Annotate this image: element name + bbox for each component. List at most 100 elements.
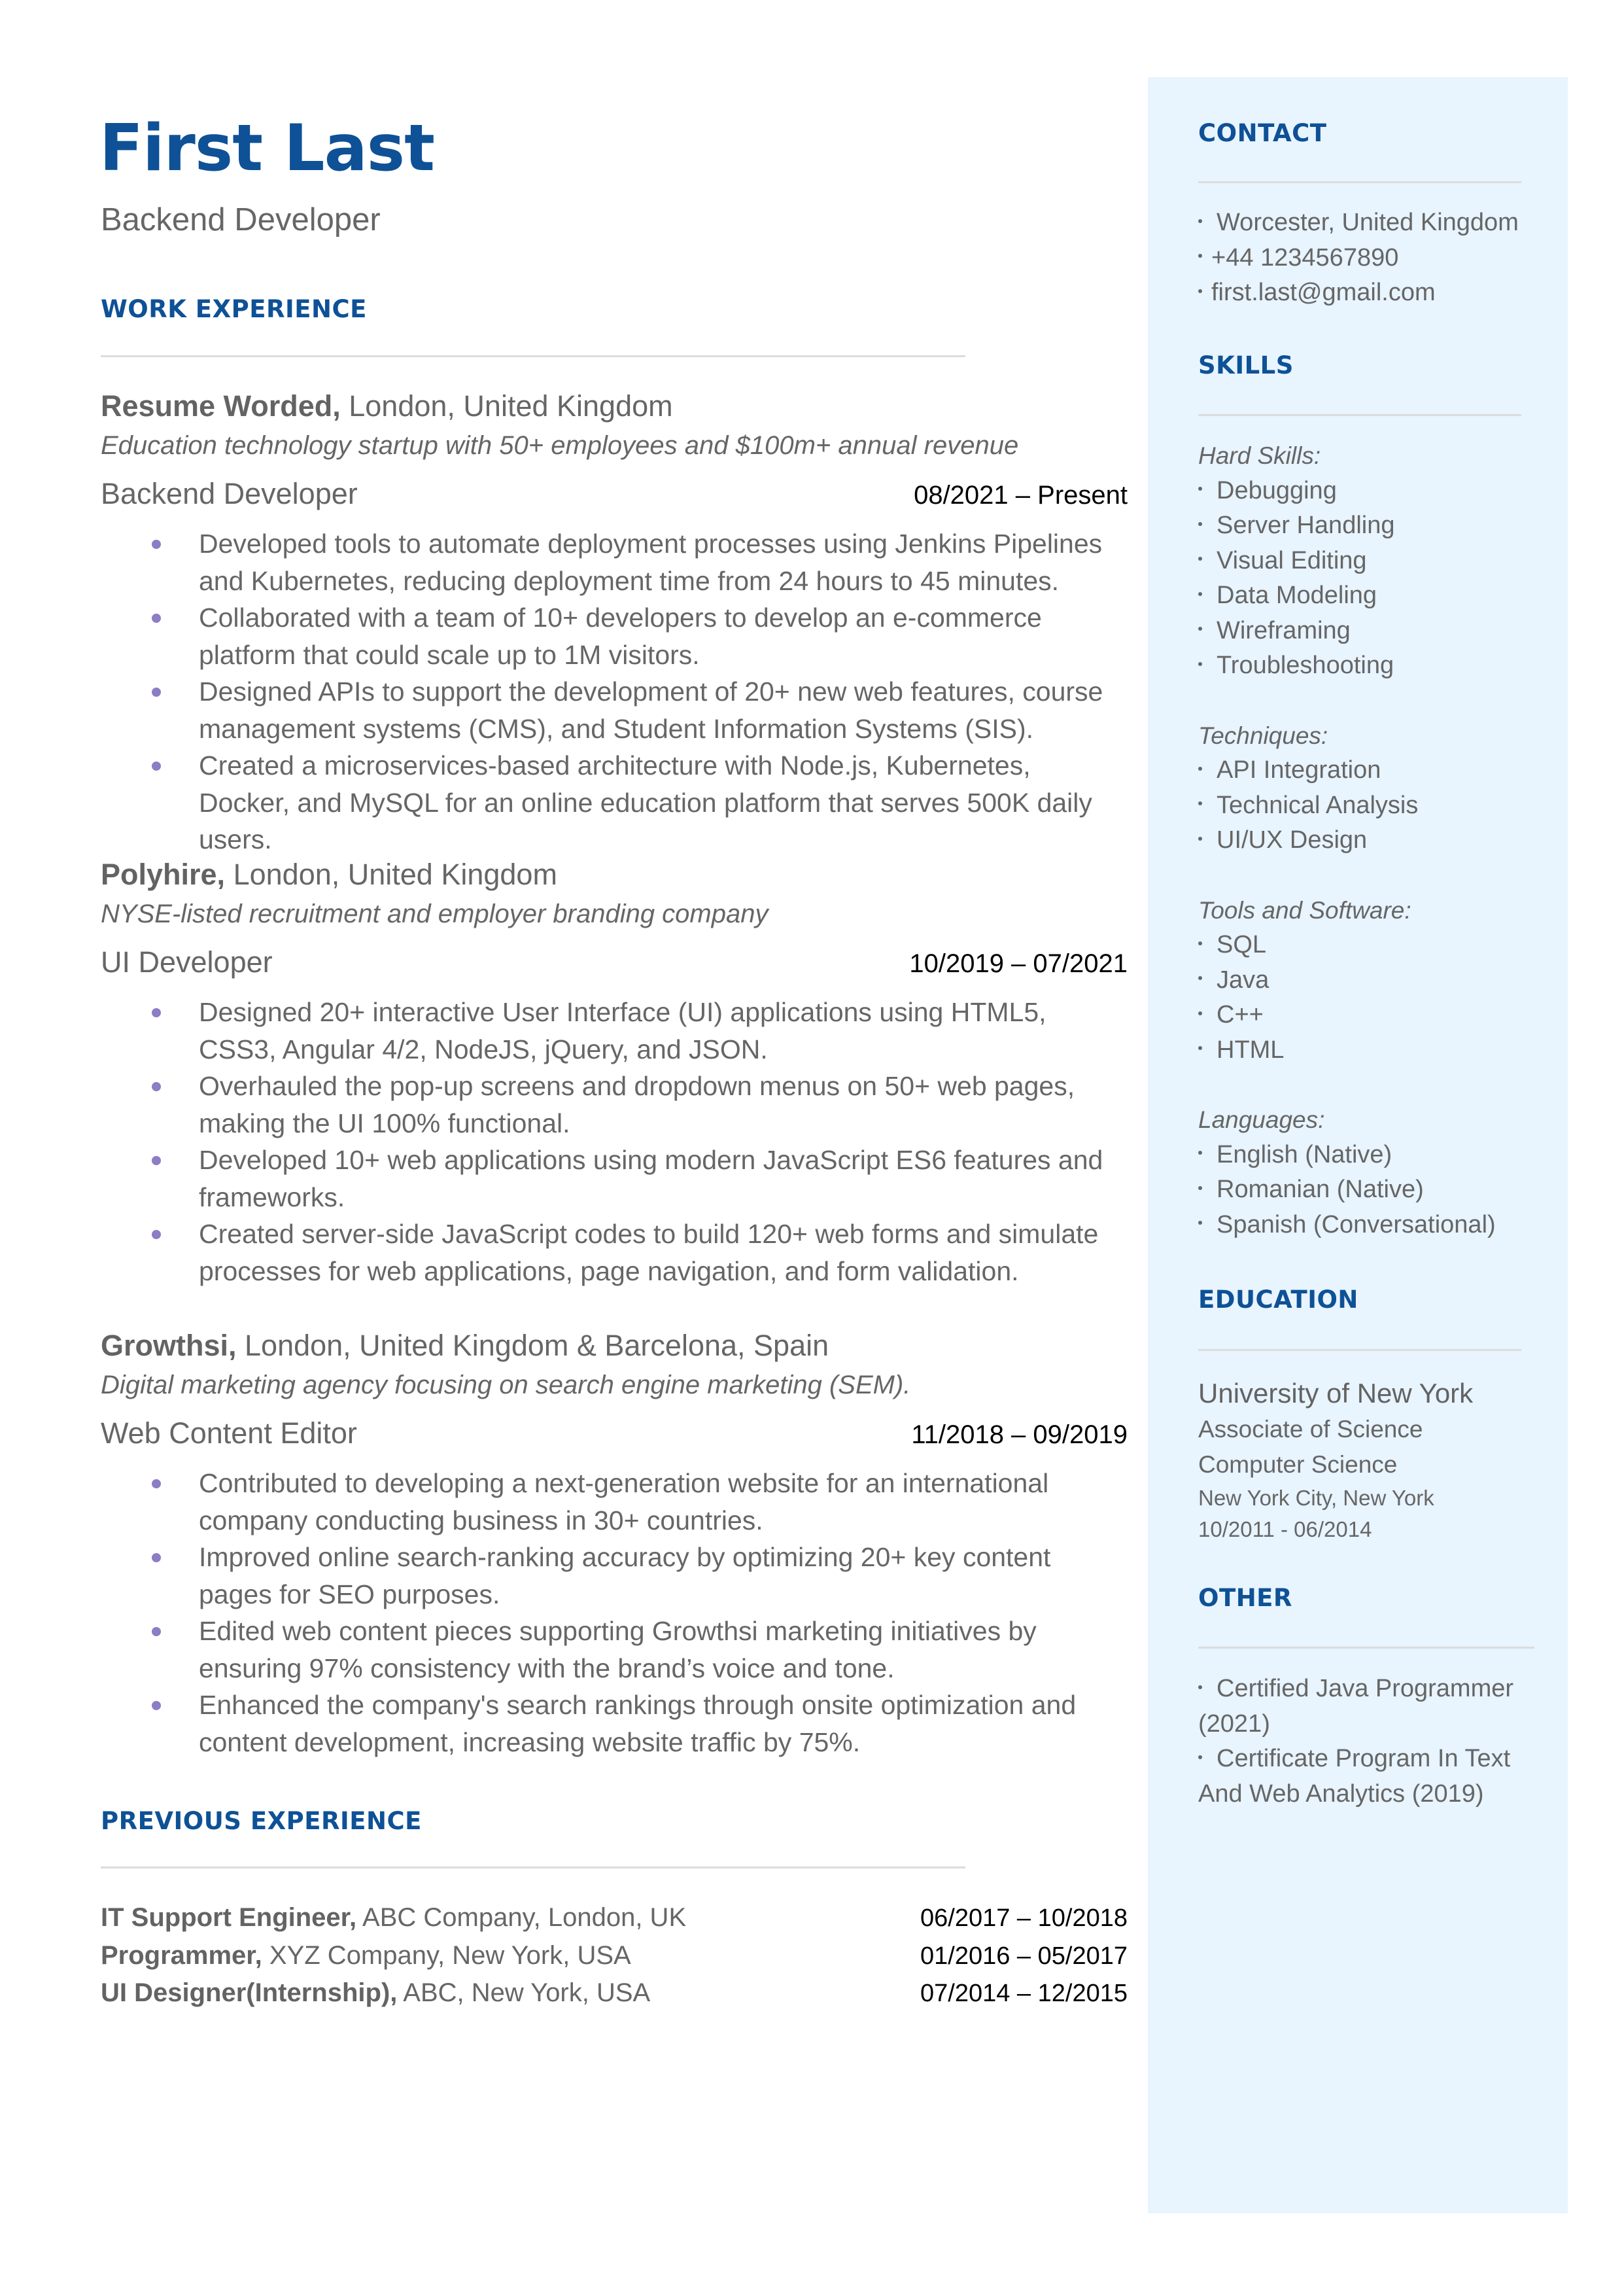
previous-job-row: IT Support Engineer, ABC Company, London… (101, 1899, 1128, 1937)
section-divider (1198, 181, 1521, 183)
bullet-dot-icon (1198, 219, 1202, 223)
section-heading-skills: SKILLS (1198, 351, 1294, 379)
bullet-dot-icon (1198, 941, 1202, 945)
bullet-dot-icon (152, 688, 161, 697)
job-bullets: Contributed to developing a next-generat… (101, 1465, 1128, 1761)
skill-item: Wireframing (1198, 614, 1538, 649)
bullet-dot-icon (1198, 1185, 1202, 1190)
bullet-item: Improved online search-ranking accuracy … (101, 1539, 1128, 1613)
bullet-dot-icon (1198, 1755, 1202, 1759)
job-role: Web Content Editor (101, 1416, 357, 1450)
section-heading-work-experience: WORK EXPERIENCE (101, 295, 367, 323)
job-role: Backend Developer (101, 477, 358, 510)
skills-block: Hard Skills: Debugging Server Handling V… (1198, 438, 1538, 1277)
company-line: Growthsi, London, United Kingdom & Barce… (101, 1326, 1128, 1365)
contact-list: Worcester, United Kingdom +44 1234567890… (1198, 205, 1538, 311)
skill-item: Spanish (Conversational) (1198, 1208, 1538, 1243)
section-heading-education: EDUCATION (1198, 1286, 1358, 1314)
skill-group-label: Tools and Software: (1198, 896, 1411, 924)
bullet-item: Edited web content pieces supporting Gro… (101, 1613, 1128, 1687)
section-divider (1198, 1349, 1521, 1351)
company-name: Resume Worded, (101, 389, 341, 423)
education-dates: 10/2011 - 06/2014 (1198, 1517, 1372, 1541)
section-divider (1198, 1647, 1534, 1649)
job-entry: Growthsi, London, United Kingdom & Barce… (101, 1326, 1128, 1761)
bullet-dot-icon (1198, 1011, 1202, 1015)
skill-item: English (Native) (1198, 1138, 1538, 1173)
bullet-dot-icon (1198, 557, 1202, 561)
previous-job-title: UI Designer(Internship), (101, 1978, 398, 2007)
skill-item: Romanian (Native) (1198, 1172, 1538, 1208)
bullet-item: Enhanced the company's search rankings t… (101, 1687, 1128, 1761)
section-heading-other: OTHER (1198, 1584, 1292, 1612)
bullet-dot-icon (1198, 661, 1202, 666)
skill-item: Technical Analysis (1198, 788, 1538, 824)
company-name: Polyhire, (101, 858, 226, 891)
bullet-item: Created a microservices-based architectu… (101, 747, 1128, 858)
previous-job-detail: XYZ Company, New York, USA (262, 1940, 631, 1970)
bullet-dot-icon (1198, 591, 1202, 596)
skill-item: API Integration (1198, 753, 1538, 788)
previous-job-detail: ABC Company, London, UK (356, 1903, 687, 1932)
bullet-dot-icon (152, 1553, 161, 1562)
education-school: University of New York (1198, 1378, 1474, 1409)
skill-group-label: Techniques: (1198, 722, 1328, 749)
bullet-item: Developed 10+ web applications using mod… (101, 1142, 1128, 1216)
bullet-dot-icon (1198, 254, 1202, 258)
job-entry: Polyhire, London, United Kingdom NYSE-li… (101, 855, 1128, 1289)
bullet-dot-icon (152, 1008, 161, 1017)
previous-job-row: UI Designer(Internship), ABC, New York, … (101, 1974, 1128, 2012)
role-row: Web Content Editor 11/2018 – 09/2019 (101, 1414, 1128, 1454)
bullet-dot-icon (1198, 521, 1202, 526)
section-divider (1198, 414, 1521, 416)
bullet-dot-icon (1198, 627, 1202, 631)
company-location: London, United Kingdom & Barcelona, Spai… (236, 1329, 829, 1362)
bullet-item: Overhauled the pop-up screens and dropdo… (101, 1068, 1128, 1142)
contact-email[interactable]: first.last@gmail.com (1198, 275, 1538, 311)
bullet-dot-icon (1198, 836, 1202, 841)
skill-group-techniques: Techniques: API Integration Technical An… (1198, 718, 1538, 858)
previous-job-row: Programmer, XYZ Company, New York, USA 0… (101, 1937, 1128, 1975)
skill-item: Debugging (1198, 474, 1538, 509)
bullet-dot-icon (152, 1627, 161, 1636)
previous-job-dates: 07/2014 – 12/2015 (920, 1980, 1128, 2007)
other-item: Certified Java Programmer (2021) (1198, 1675, 1514, 1738)
company-description: Digital marketing agency focusing on sea… (101, 1371, 911, 1399)
skill-item: HTML (1198, 1033, 1538, 1068)
bullet-dot-icon (152, 1230, 161, 1239)
skill-item: Troubleshooting (1198, 648, 1538, 684)
skill-item: Visual Editing (1198, 544, 1538, 579)
previous-job-title: IT Support Engineer, (101, 1903, 357, 1932)
company-line: Resume Worded, London, United Kingdom (101, 387, 1128, 426)
skill-group-hard-skills: Hard Skills: Debugging Server Handling V… (1198, 438, 1538, 684)
skill-group-label: Hard Skills: (1198, 442, 1321, 469)
previous-job-dates: 01/2016 – 05/2017 (920, 1942, 1128, 1970)
bullet-dot-icon (1198, 1221, 1202, 1225)
bullet-dot-icon (152, 540, 161, 549)
contact-phone[interactable]: +44 1234567890 (1198, 241, 1538, 276)
bullet-dot-icon (1198, 289, 1202, 293)
previous-job-title: Programmer, (101, 1940, 262, 1970)
role-row: Backend Developer 08/2021 – Present (101, 474, 1128, 515)
job-dates: 08/2021 – Present (914, 481, 1128, 510)
education-field: Computer Science (1198, 1451, 1398, 1478)
company-line: Polyhire, London, United Kingdom (101, 855, 1128, 894)
bullet-dot-icon (1198, 976, 1202, 981)
bullet-item: Created server-side JavaScript codes to … (101, 1216, 1128, 1289)
section-divider (101, 1866, 965, 1868)
section-heading-previous-experience: PREVIOUS EXPERIENCE (101, 1807, 422, 1835)
bullet-dot-icon (1198, 801, 1202, 806)
section-divider (101, 355, 965, 357)
job-bullets: Developed tools to automate deployment p… (101, 525, 1128, 858)
candidate-name: First Last (99, 111, 435, 186)
job-bullets: Designed 20+ interactive User Interface … (101, 994, 1128, 1289)
bullet-dot-icon (1198, 1151, 1202, 1155)
bullet-dot-icon (152, 1082, 161, 1091)
bullet-dot-icon (152, 1701, 161, 1710)
bullet-item: Developed tools to automate deployment p… (101, 525, 1128, 599)
bullet-dot-icon (1198, 487, 1202, 491)
bullet-dot-icon (1198, 1685, 1202, 1689)
skill-item: Server Handling (1198, 508, 1538, 544)
skill-item: UI/UX Design (1198, 823, 1538, 858)
education-entry: University of New York Associate of Scie… (1198, 1375, 1538, 1545)
